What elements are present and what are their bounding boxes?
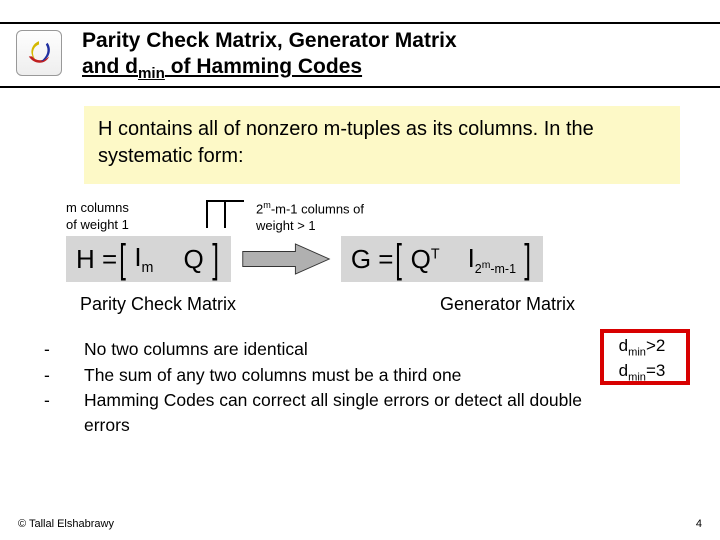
h-matrix: H = [ Im Q ] xyxy=(66,236,231,282)
bullet-text: No two columns are identical xyxy=(84,337,686,362)
bracket-open-icon: [ xyxy=(119,239,126,279)
g-i-sub-post: -m-1 xyxy=(490,262,516,276)
parity-label: Parity Check Matrix xyxy=(80,294,380,315)
dmin2-pre: d xyxy=(619,361,628,380)
page-number: 4 xyxy=(696,518,702,530)
arrow-icon xyxy=(231,241,341,277)
dmin1-sub: min xyxy=(628,347,646,359)
g-i-sub: 2 xyxy=(475,262,482,276)
logo-icon xyxy=(16,30,62,76)
column-annotations: m columns of weight 1 2m-m-1 columns of … xyxy=(66,198,686,234)
list-item: - Hamming Codes can correct all single e… xyxy=(44,388,686,439)
matrix-names: Parity Check Matrix Generator Matrix xyxy=(80,294,690,315)
annot-left-l1: m columns xyxy=(66,200,129,215)
intro-callout: H contains all of nonzero m-tuples as it… xyxy=(84,106,680,184)
h-identity-sub: m xyxy=(142,260,154,276)
slide-header: Parity Check Matrix, Generator Matrix an… xyxy=(0,0,720,88)
annot-right-sup: m xyxy=(263,200,271,210)
g-matrix: G = [ QT I2m-m-1 ] xyxy=(341,236,543,282)
bullet-text: Hamming Codes can correct all single err… xyxy=(84,388,686,439)
generator-label: Generator Matrix xyxy=(440,294,575,315)
pointer-right-icon xyxy=(224,200,226,228)
bullet-list: dmin>2 dmin=3 - No two columns are ident… xyxy=(44,337,686,439)
title-line1: Parity Check Matrix, Generator Matrix xyxy=(82,29,457,52)
bullet-dash-icon: - xyxy=(44,337,84,362)
bullet-dash-icon: - xyxy=(44,363,84,388)
g-q-sup: T xyxy=(431,246,440,262)
g-q: Q xyxy=(411,244,431,274)
dmin2-sub: min xyxy=(628,372,646,384)
annot-right-post: -m-1 columns of xyxy=(271,202,364,217)
h-q: Q xyxy=(177,244,209,275)
rule-bottom xyxy=(0,86,720,88)
h-identity: I xyxy=(134,242,141,272)
annot-left-l2: of weight 1 xyxy=(66,217,129,232)
dmin-column: dmin>2 dmin=3 xyxy=(602,333,682,383)
rule-top xyxy=(0,22,720,24)
annot-right-l2: weight > 1 xyxy=(256,218,316,233)
copyright: © Tallal Elshabrawy xyxy=(18,518,114,530)
title-block: Parity Check Matrix, Generator Matrix an… xyxy=(82,28,720,84)
title-line2-sub: min xyxy=(138,65,165,82)
dmin1-post: >2 xyxy=(646,336,665,355)
bullet-dash-icon: - xyxy=(44,388,84,413)
intro-text: H contains all of nonzero m-tuples as it… xyxy=(98,118,594,167)
g-identity: I xyxy=(468,243,475,273)
g-label: G = xyxy=(351,244,394,275)
title-line2-pre: and d xyxy=(82,55,138,78)
matrix-row: H = [ Im Q ] G = [ QT I2m-m-1 ] xyxy=(66,236,690,282)
bracket-close-icon: ] xyxy=(212,239,219,279)
annot-right: 2m-m-1 columns of weight > 1 xyxy=(256,198,406,234)
dmin2-post: =3 xyxy=(646,361,665,380)
h-label: H = xyxy=(76,244,117,275)
dmin1-pre: d xyxy=(619,336,628,355)
annot-left: m columns of weight 1 xyxy=(66,198,166,233)
slide-footer: © Tallal Elshabrawy 4 xyxy=(18,518,702,530)
title-line2-post: of Hamming Codes xyxy=(165,55,362,78)
pointer-left-icon xyxy=(206,200,208,228)
list-item: - The sum of any two columns must be a t… xyxy=(44,363,686,388)
slide-title: Parity Check Matrix, Generator Matrix an… xyxy=(82,28,700,84)
list-item: - No two columns are identical xyxy=(44,337,686,362)
bracket-open-icon: [ xyxy=(396,239,403,279)
bullet-text: The sum of any two columns must be a thi… xyxy=(84,363,686,388)
bracket-close-icon: ] xyxy=(524,239,531,279)
